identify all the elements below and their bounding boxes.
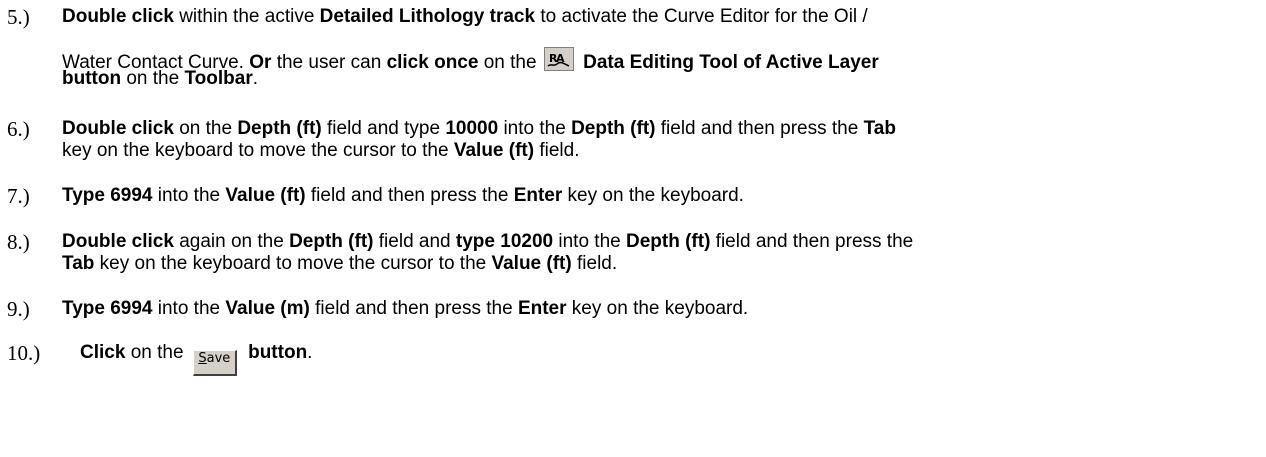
step-number: 9.): [7, 297, 30, 321]
step-text: Double click on the Depth (ft) field and…: [62, 118, 896, 139]
step-number: 10.): [7, 341, 41, 365]
step-number: 7.): [7, 184, 30, 208]
step-text: Double click within the active Detailed …: [62, 6, 868, 27]
step-text: Click on the Save button.: [80, 343, 312, 376]
step-text: Type 6994 into the Value (m) field and t…: [62, 298, 749, 319]
step-number: 5.): [7, 5, 30, 29]
step-text: Type 6994 into the Value (ft) field and …: [62, 185, 744, 206]
step-text: key on the keyboard to move the cursor t…: [62, 140, 580, 161]
step-number: 6.): [7, 117, 30, 141]
step-text: Double click again on the Depth (ft) fie…: [62, 231, 914, 252]
save-button[interactable]: Save: [192, 350, 237, 376]
step-text: button on the Toolbar.: [62, 68, 259, 89]
step-text: Tab key on the keyboard to move the curs…: [62, 253, 618, 274]
step-number: 8.): [7, 230, 30, 254]
data-editing-tool-icon: R A: [543, 47, 574, 71]
